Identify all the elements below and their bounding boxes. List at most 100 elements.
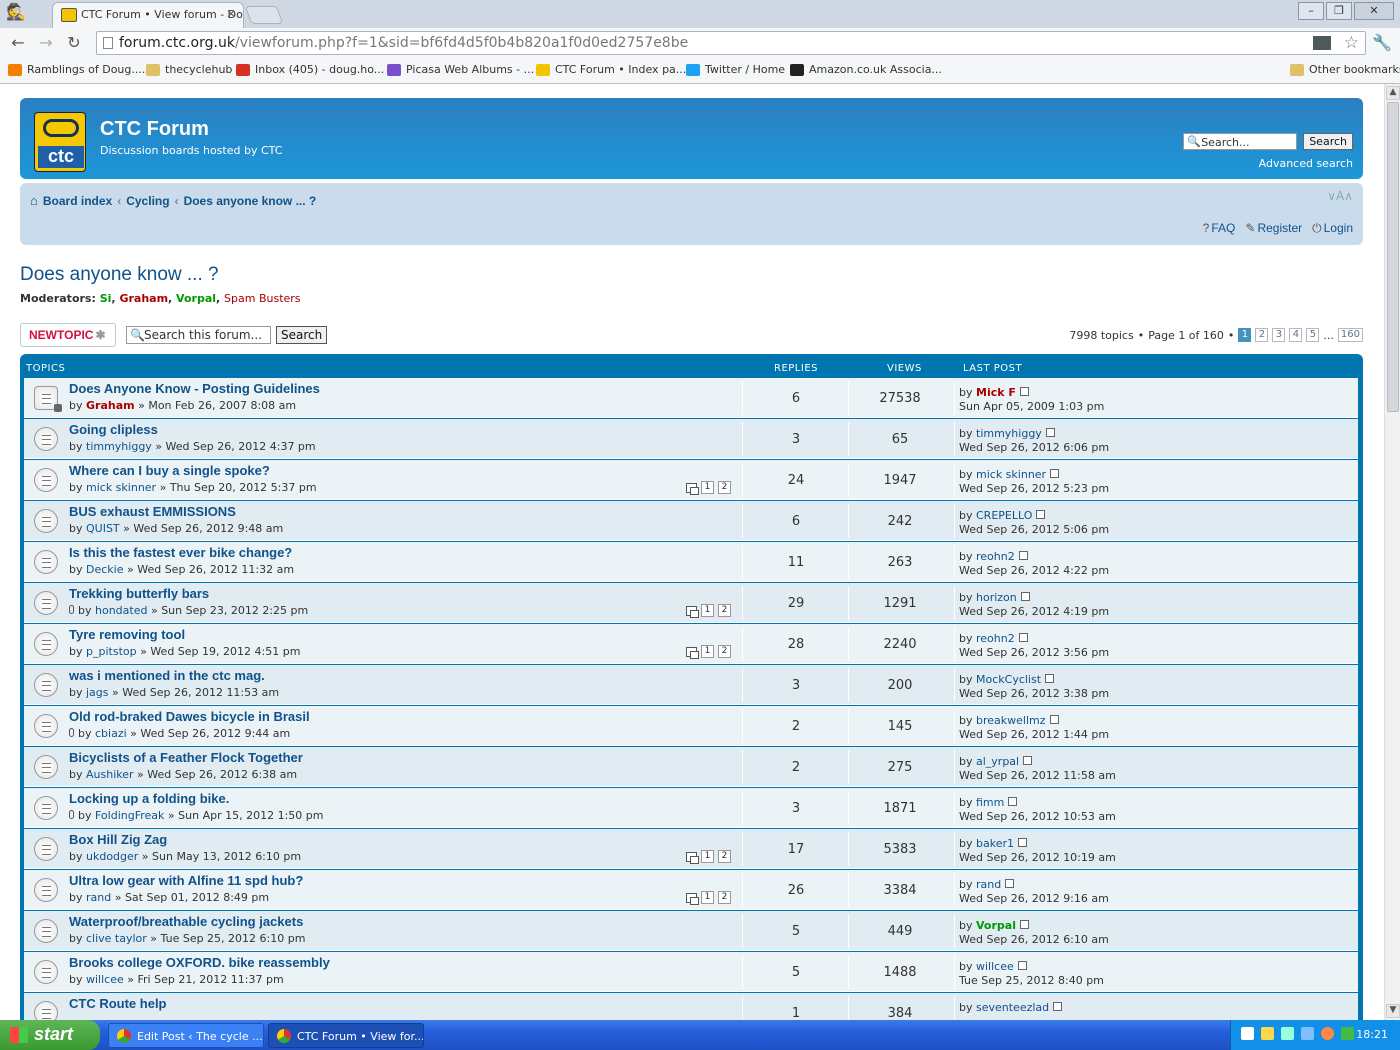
view-latest-post-icon[interactable] — [1045, 674, 1055, 683]
topic-author[interactable]: Graham — [86, 399, 135, 412]
view-latest-post-icon[interactable] — [1036, 510, 1046, 519]
topic-page-link[interactable]: 2 — [718, 891, 731, 904]
topic-row[interactable]: Bicyclists of a Feather Flock Together by… — [24, 747, 1358, 787]
network-icon[interactable] — [1261, 1027, 1274, 1040]
topic-page-link[interactable]: 1 — [701, 645, 714, 658]
topic-page-link[interactable]: 1 — [701, 891, 714, 904]
advanced-search-link[interactable]: Advanced search — [1259, 157, 1353, 170]
view-latest-post-icon[interactable] — [1050, 469, 1060, 478]
topic-title[interactable]: Box Hill Zig Zag — [69, 832, 167, 847]
topic-title[interactable]: Ultra low gear with Alfine 11 spd hub? — [69, 873, 303, 888]
topic-page-link[interactable]: 2 — [718, 645, 731, 658]
view-latest-post-icon[interactable] — [1049, 715, 1059, 724]
bookmark-item[interactable]: thecyclehub — [146, 63, 232, 76]
view-latest-post-icon[interactable] — [1019, 387, 1029, 396]
font-size-toggle[interactable]: ∨A∧ — [1327, 189, 1353, 203]
last-post-author[interactable]: baker1 — [976, 837, 1014, 850]
address-bar[interactable]: forum.ctc.org.uk/viewforum.php?f=1&sid=b… — [96, 31, 1366, 55]
bookmark-item[interactable]: Twitter / Home — [686, 63, 785, 76]
forward-icon[interactable]: → — [36, 33, 56, 53]
view-latest-post-icon[interactable] — [1045, 428, 1055, 437]
last-post-author[interactable]: Vorpal — [976, 919, 1016, 932]
topic-author[interactable]: ukdodger — [86, 850, 138, 863]
topic-title[interactable]: Trekking butterfly bars — [69, 586, 209, 601]
crumb-cycling[interactable]: Cycling — [126, 194, 169, 208]
topic-row[interactable]: Old rod-braked Dawes bicycle in Brasil by… — [24, 706, 1358, 746]
faq-link[interactable]: ? FAQ — [1203, 221, 1236, 236]
last-post-author[interactable]: Mick F — [976, 386, 1016, 399]
forum-search-input[interactable]: 🔍 Search this forum... — [126, 326, 271, 344]
scroll-thumb[interactable] — [1387, 102, 1399, 412]
topic-title[interactable]: Tyre removing tool — [69, 627, 185, 642]
scroll-up-icon[interactable]: ▲ — [1386, 86, 1400, 100]
topic-page-link[interactable]: 2 — [718, 850, 731, 863]
topic-title[interactable]: Locking up a folding bike. — [69, 791, 229, 806]
page-link[interactable]: 1 — [1238, 328, 1252, 342]
last-post-author[interactable]: reohn2 — [976, 632, 1015, 645]
wrench-menu-icon[interactable]: 🔧 — [1372, 33, 1392, 52]
moderator-link[interactable]: Si — [100, 292, 112, 305]
page-link[interactable]: 2 — [1255, 328, 1269, 342]
topic-row[interactable]: Ultra low gear with Alfine 11 spd hub? by… — [24, 870, 1358, 910]
scroll-down-icon[interactable]: ▼ — [1386, 1004, 1400, 1018]
close-window-icon[interactable]: ✕ — [1354, 2, 1394, 20]
signal-icon[interactable] — [1341, 1027, 1354, 1040]
topic-author[interactable]: FoldingFreak — [95, 809, 164, 822]
start-button[interactable]: start — [0, 1020, 100, 1050]
topic-author[interactable]: cbiazi — [95, 727, 127, 740]
topic-page-link[interactable]: 1 — [701, 604, 714, 617]
last-post-author[interactable]: MockCyclist — [976, 673, 1041, 686]
home-icon[interactable]: ⌂ — [30, 193, 38, 208]
topic-author[interactable]: timmyhiggy — [86, 440, 152, 453]
page-link[interactable]: 4 — [1289, 328, 1303, 342]
last-post-author[interactable]: reohn2 — [976, 550, 1015, 563]
bookmark-item[interactable]: CTC Forum • Index pa... — [536, 63, 686, 76]
browser-tab[interactable]: CTC Forum • View forum - Do ✕ — [52, 2, 244, 28]
ctc-logo[interactable]: ctc — [34, 112, 86, 172]
topic-row[interactable]: Locking up a folding bike. by FoldingFrea… — [24, 788, 1358, 828]
login-link[interactable]: ⏻ Login — [1312, 221, 1353, 236]
last-post-author[interactable]: willcee — [976, 960, 1014, 973]
view-latest-post-icon[interactable] — [1018, 551, 1028, 560]
last-post-author[interactable]: CREPELLO — [976, 509, 1032, 522]
view-latest-post-icon[interactable] — [1018, 633, 1028, 642]
topic-row[interactable]: CTC Route help 1 384 by seventeezlad — [24, 993, 1358, 1020]
header-search-input[interactable]: 🔍 Search... — [1183, 133, 1298, 150]
topic-author[interactable]: jags — [86, 686, 109, 699]
bookmark-item[interactable]: Picasa Web Albums - ... — [387, 63, 534, 76]
page-link[interactable]: 5 — [1306, 328, 1320, 342]
topic-author[interactable]: hondated — [95, 604, 147, 617]
topic-row[interactable]: Box Hill Zig Zag by ukdodger » Sun May 13… — [24, 829, 1358, 869]
topic-author[interactable]: Deckie — [86, 563, 123, 576]
topic-title[interactable]: Old rod-braked Dawes bicycle in Brasil — [69, 709, 310, 724]
view-latest-post-icon[interactable] — [1005, 879, 1015, 888]
restore-icon[interactable]: ❐ — [1326, 2, 1352, 20]
topic-row[interactable]: Tyre removing tool by p_pitstop » Wed Sep… — [24, 624, 1358, 664]
topic-page-link[interactable]: 2 — [718, 481, 731, 494]
crumb-forum[interactable]: Does anyone know ... ? — [184, 194, 317, 208]
last-post-author[interactable]: mick skinner — [976, 468, 1046, 481]
topic-author[interactable]: p_pitstop — [86, 645, 137, 658]
topic-row[interactable]: Does Anyone Know - Posting Guidelines by … — [24, 378, 1358, 418]
header-search-button[interactable]: Search — [1303, 133, 1353, 150]
last-post-author[interactable]: seventeezlad — [976, 1001, 1049, 1014]
topic-title[interactable]: BUS exhaust EMMISSIONS — [69, 504, 236, 519]
forum-search-button[interactable]: Search — [276, 326, 328, 344]
bluetooth-icon[interactable] — [1301, 1027, 1314, 1040]
last-post-author[interactable]: fimm — [976, 796, 1004, 809]
other-bookmarks[interactable]: Other bookmarks — [1290, 63, 1400, 76]
topic-page-link[interactable]: 1 — [701, 481, 714, 494]
moderator-link[interactable]: Spam Busters — [224, 292, 301, 305]
moderator-link[interactable]: Graham — [119, 292, 168, 305]
page-link[interactable]: 3 — [1272, 328, 1286, 342]
extension-flag-icon[interactable] — [1313, 36, 1331, 50]
topic-author[interactable]: QUIST — [86, 522, 120, 535]
new-topic-button[interactable]: NEWTOPIC ✱ — [20, 323, 116, 347]
last-post-author[interactable]: al_yrpal — [976, 755, 1019, 768]
topic-title[interactable]: Waterproof/breathable cycling jackets — [69, 914, 303, 929]
reload-icon[interactable]: ↻ — [64, 33, 84, 53]
topic-title[interactable]: Bicyclists of a Feather Flock Together — [69, 750, 303, 765]
topic-row[interactable]: was i mentioned in the ctc mag. by jags »… — [24, 665, 1358, 705]
topic-author[interactable]: clive taylor — [86, 932, 147, 945]
view-latest-post-icon[interactable] — [1008, 797, 1018, 806]
